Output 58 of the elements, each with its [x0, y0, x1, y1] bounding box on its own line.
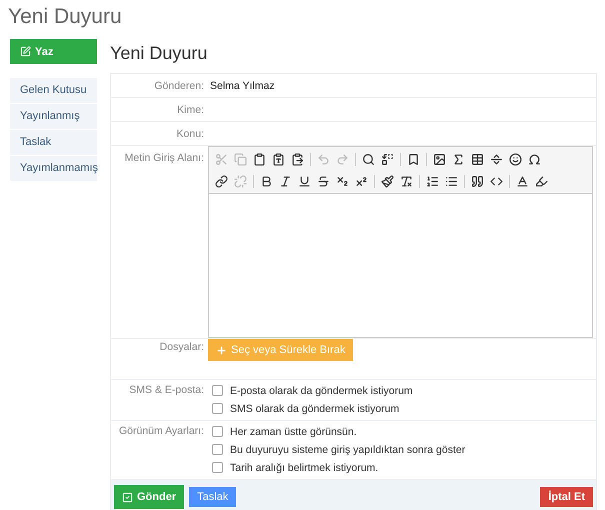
paste-text-icon[interactable] — [272, 152, 285, 166]
field-label: Konu: — [176, 127, 205, 142]
field-label: Gönderen: — [153, 79, 205, 94]
link-icon[interactable] — [215, 174, 228, 188]
omega-icon[interactable] — [528, 152, 541, 166]
subscript-icon[interactable] — [336, 174, 349, 188]
field-label: Görünüm Ayarları: — [118, 424, 205, 439]
checkbox-label: SMS olarak da göndermek istiyorum — [230, 402, 400, 414]
checkbox[interactable] — [212, 462, 223, 473]
field-label: Dosyalar: — [158, 340, 205, 355]
remove-format-icon[interactable] — [400, 174, 413, 188]
sidebar-item[interactable]: Taslak — [10, 130, 97, 155]
checkbox[interactable] — [212, 385, 223, 396]
sigma-icon[interactable] — [452, 152, 465, 166]
paste-word-icon[interactable] — [291, 152, 304, 166]
quote-icon[interactable] — [471, 174, 484, 188]
checkbox[interactable] — [212, 444, 223, 455]
check-icon — [122, 492, 133, 502]
compose-button[interactable]: Yaz — [10, 39, 97, 64]
smiley-icon[interactable] — [509, 152, 522, 166]
field-label: Metin Giriş Alanı: — [124, 151, 205, 166]
checkbox-label: E-posta olarak da göndermek istiyorum — [230, 384, 413, 396]
field-value: Selma Yılmaz — [209, 79, 275, 94]
checkbox-label: Bu duyuruyu sisteme giriş yapıldıktan sonra göster — [230, 444, 466, 456]
sidebar-item[interactable]: Yayımlanmamış — [10, 156, 97, 181]
bookmark-icon[interactable] — [407, 152, 420, 166]
bullet-list-icon[interactable] — [445, 174, 458, 188]
send-button[interactable]: Gönder — [114, 485, 184, 509]
replace-icon[interactable] — [381, 152, 394, 166]
field-label: Kime: — [176, 103, 205, 118]
cancel-button[interactable]: İptal Et — [540, 487, 593, 507]
code-icon[interactable] — [490, 174, 503, 188]
page-title: Yeni Duyuru — [8, 4, 123, 30]
text-color-icon[interactable] — [516, 174, 529, 188]
strikethrough-icon[interactable] — [317, 174, 330, 188]
search-icon[interactable] — [362, 152, 375, 166]
sidebar-item[interactable]: Gelen Kutusu — [10, 78, 97, 103]
highlight-icon[interactable] — [535, 174, 548, 188]
horizontal-line-icon[interactable] — [490, 152, 503, 166]
checkbox-label: Tarih aralığı belirtmek istiyorum. — [230, 462, 378, 474]
bold-icon[interactable] — [260, 174, 273, 188]
field-label: SMS & E-posta: — [128, 383, 205, 398]
plus-icon — [216, 344, 227, 356]
checkbox[interactable] — [212, 426, 223, 437]
superscript-icon[interactable] — [355, 174, 368, 188]
checkbox[interactable] — [212, 403, 223, 414]
edit-icon — [20, 46, 31, 57]
italic-icon[interactable] — [279, 174, 292, 188]
numbered-list-icon[interactable] — [426, 174, 439, 188]
image-icon[interactable] — [433, 152, 446, 166]
form-heading: Yeni Duyuru — [110, 42, 208, 65]
paste-icon[interactable] — [253, 152, 266, 166]
checkbox-label: Her zaman üstte görünsün. — [230, 426, 357, 438]
paintbrush-icon[interactable] — [381, 174, 394, 188]
draft-button[interactable]: Taslak — [189, 487, 236, 507]
sidebar-item[interactable]: Yayınlanmış — [10, 104, 97, 129]
table-icon[interactable] — [471, 152, 484, 166]
underline-icon[interactable] — [298, 174, 311, 188]
